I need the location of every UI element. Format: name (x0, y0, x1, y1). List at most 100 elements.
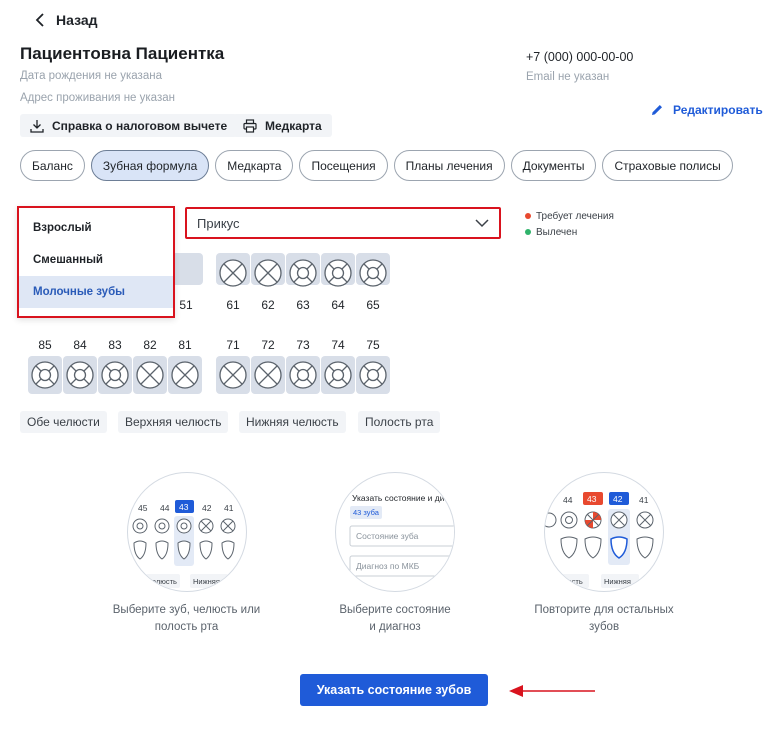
tooth-number: 72 (261, 338, 275, 352)
tooth-number: 74 (331, 338, 345, 352)
tax-certificate-button[interactable]: Справка о налоговом вычете (20, 114, 238, 137)
chip-lower-jaw[interactable]: Нижняя челюсть (239, 411, 346, 433)
tooth-number: 65 (366, 298, 380, 312)
step-illustration-repeat: 44 43 42 41 олость Нижняя (544, 472, 664, 592)
tab-balance[interactable]: Баланс (20, 150, 85, 181)
option-adult[interactable]: Взрослый (19, 212, 173, 244)
download-icon (30, 119, 44, 133)
tooth-number: 75 (366, 338, 380, 352)
patient-dob: Дата рождения не указана (20, 70, 162, 82)
mini-form-title: Указать состояние и ди (352, 493, 445, 503)
legend-label: Требует лечения (536, 210, 614, 222)
chevron-down-icon (475, 218, 489, 227)
medcard-button[interactable]: Медкарта (233, 114, 332, 137)
tooth-number: 84 (73, 338, 87, 352)
mini-number: 44 (563, 495, 573, 505)
tooth-icon (324, 259, 352, 287)
tooth-number: 81 (178, 338, 192, 352)
tooth-icon (359, 259, 387, 287)
tax-certificate-label: Справка о налоговом вычете (52, 118, 228, 133)
mini-number: 42 (613, 494, 623, 504)
tooth-missing-icon (136, 361, 164, 389)
tooth-icon (31, 361, 59, 389)
mini-chart-illustration: 45 44 43 42 41 челюсть Нижняя (132, 500, 236, 588)
patient-address: Адрес проживания не указан (20, 92, 175, 104)
patient-name: Пациентовна Пациентка (20, 44, 225, 63)
mini-number: 43 (179, 502, 189, 512)
annotation-arrow-icon (509, 685, 595, 697)
tooth-number: 71 (226, 338, 240, 352)
caption-line: полость рта (154, 621, 219, 633)
step-caption-select-tooth: Выберите зуб, челюсть или полость рта (95, 602, 278, 636)
tab-insurance[interactable]: Страховые полисы (602, 150, 733, 181)
bite-select-value: Прикус (197, 215, 240, 231)
tooth-number: 63 (296, 298, 310, 312)
tooth-missing-icon (219, 361, 247, 389)
caption-line: Выберите зуб, челюсть или (112, 604, 261, 616)
tooth-number: 73 (296, 338, 310, 352)
mini-number: 43 (587, 494, 597, 504)
mini-chip: олость (559, 577, 583, 586)
tooth-icon (66, 361, 94, 389)
tab-bar: Баланс Зубная формула Медкарта Посещения… (20, 150, 733, 181)
tooth-51-box[interactable] (171, 253, 203, 285)
tab-documents[interactable]: Документы (510, 150, 597, 181)
tooth-missing-icon (254, 259, 282, 287)
tooth-icon (289, 361, 317, 389)
tooth-icon (324, 361, 352, 389)
printer-icon (243, 118, 257, 133)
mini-form-field: Состояние зуба (356, 531, 419, 541)
mini-chart-illustration: 44 43 42 41 олость Нижняя (545, 492, 654, 588)
mini-chip: Нижняя (604, 577, 631, 586)
option-mixed[interactable]: Смешанный (19, 244, 173, 276)
back-link[interactable]: Назад (34, 12, 98, 28)
set-teeth-state-button[interactable]: Указать состояние зубов (300, 674, 488, 706)
legend-treated: Вылечен (525, 224, 614, 240)
tooth-missing-icon (171, 361, 199, 389)
bite-select[interactable]: Прикус (185, 207, 501, 239)
tab-visits[interactable]: Посещения (299, 150, 388, 181)
tooth-number: 83 (108, 338, 122, 352)
tooth-number: 64 (331, 298, 345, 312)
chip-both-jaws[interactable]: Обе челюсти (20, 411, 107, 433)
edit-button[interactable]: Редактировать (650, 103, 763, 117)
tooth-number: 85 (38, 338, 52, 352)
tooth-missing-icon (219, 259, 247, 287)
legend-dot-red (525, 213, 531, 219)
step-caption-select-state: Выберите состояние и диагноз (310, 602, 480, 636)
patient-phone: +7 (000) 000-00-00 (526, 50, 634, 64)
chevron-left-icon (35, 13, 44, 27)
tooth-missing-icon (254, 361, 282, 389)
legend-dot-green (525, 229, 531, 235)
tab-medcard[interactable]: Медкарта (215, 150, 294, 181)
medcard-label: Медкарта (265, 118, 322, 133)
step-caption-repeat: Повторите для остальных зубов (516, 602, 692, 636)
legend-needs-treatment: Требует лечения (525, 208, 614, 224)
edit-label: Редактировать (673, 103, 763, 117)
mini-form-field: Диагноз по МКБ (356, 561, 420, 571)
step-illustration-select-state: Указать состояние и ди 43 зуба Состояние… (335, 472, 455, 592)
mini-number: 42 (202, 503, 212, 513)
tooth-icon (289, 259, 317, 287)
tab-treatment-plans[interactable]: Планы лечения (393, 150, 505, 181)
caption-line: Выберите состояние (339, 604, 451, 616)
mini-number: 44 (160, 503, 170, 513)
patient-email: Email не указан (526, 71, 610, 83)
option-milk-teeth[interactable]: Молочные зубы (19, 276, 173, 308)
tooth-icon (359, 361, 387, 389)
mini-number: 41 (639, 495, 649, 505)
back-label: Назад (56, 12, 98, 28)
mini-chip: челюсть (148, 577, 177, 586)
mini-chip: Нижняя (193, 577, 220, 586)
tab-dental-formula[interactable]: Зубная формула (90, 150, 210, 181)
step-illustration-select-tooth: 45 44 43 42 41 челюсть Нижняя (127, 472, 247, 592)
mini-number: 45 (138, 503, 148, 513)
chip-oral-cavity[interactable]: Полость рта (358, 411, 441, 433)
pencil-icon (652, 105, 662, 115)
tooth-number: 82 (143, 338, 157, 352)
chip-upper-jaw[interactable]: Верхняя челюсть (118, 411, 229, 433)
bite-type-dropdown: Взрослый Смешанный Молочные зубы (17, 206, 175, 318)
caption-line: Повторите для остальных (534, 604, 674, 616)
mini-form-illustration: Указать состояние и ди 43 зуба Состояние… (349, 493, 454, 577)
caption-line: и диагноз (369, 621, 421, 633)
